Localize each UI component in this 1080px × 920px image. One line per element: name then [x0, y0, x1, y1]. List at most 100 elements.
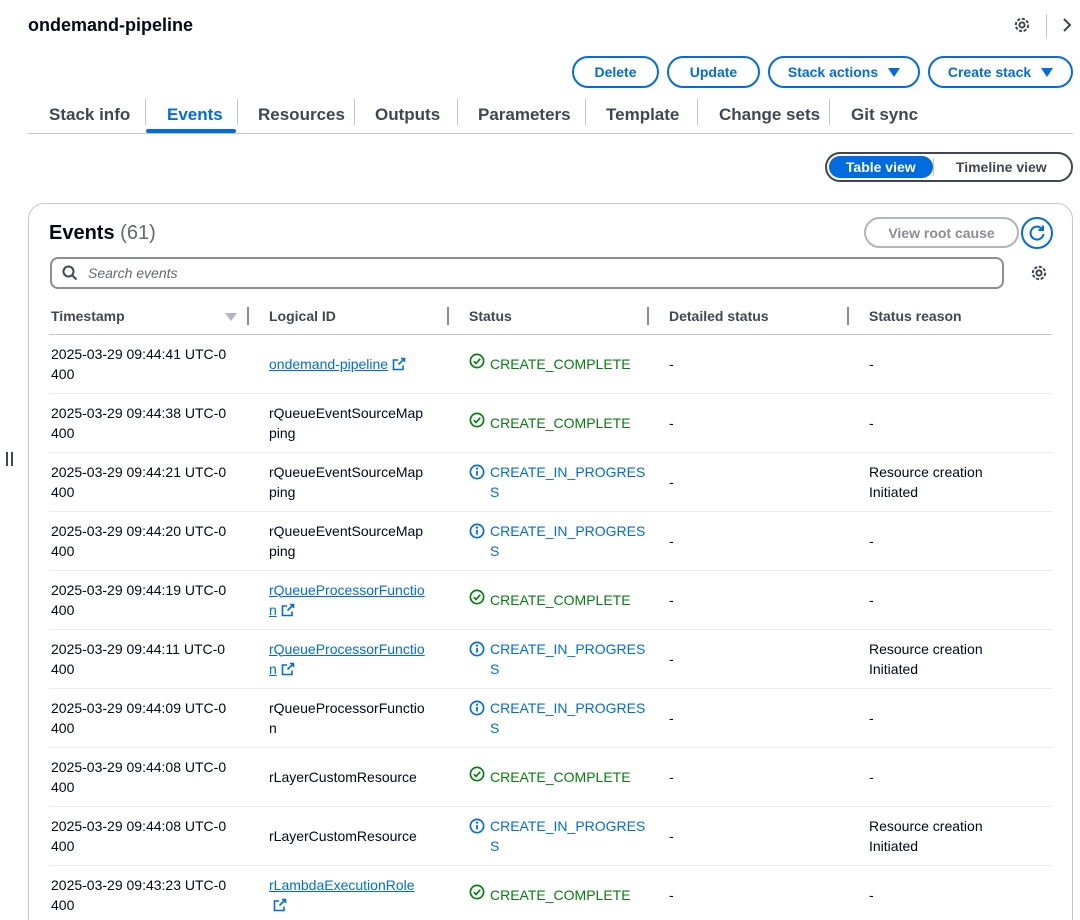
status-text: CREATE_IN_PROGRESS — [490, 817, 646, 854]
refresh-button[interactable] — [1021, 217, 1053, 249]
active-tab-indicator — [146, 129, 236, 133]
logical-id-cell: ondemand-pipeline — [249, 334, 449, 394]
table-row: 2025-03-29 09:44:08 UTC-0400 rLayerCustom… — [49, 806, 1052, 866]
tab-parameters[interactable]: Parameters — [478, 96, 571, 133]
caret-down-icon — [888, 67, 901, 77]
logical-id-text: rLayerCustomResource — [269, 827, 417, 844]
logical-id-text: rLambdaExecutionRole — [269, 876, 415, 893]
detailed-status-cell: - — [649, 570, 849, 630]
table-row: 2025-03-29 09:44:19 UTC-0400 rQueueProces… — [49, 570, 1052, 630]
delete-button[interactable]: Delete — [572, 56, 659, 88]
col-header-status[interactable]: Status — [449, 298, 649, 335]
status-indicator: CREATE_IN_PROGRESS — [469, 698, 649, 738]
tab-stack-info[interactable]: Stack info — [49, 96, 130, 133]
status-reason-cell: - — [849, 511, 1052, 571]
logical-id-text: rLayerCustomResource — [269, 768, 417, 785]
view-toggle: Table view Timeline view — [825, 152, 1073, 182]
success-check-icon — [469, 412, 485, 433]
chevron-right-icon[interactable] — [1058, 15, 1076, 35]
tab-divider — [585, 99, 586, 125]
detailed-status-cell: - — [649, 393, 849, 453]
info-icon — [469, 639, 485, 662]
status-indicator: CREATE_COMPLETE — [469, 884, 649, 905]
status-cell: CREATE_IN_PROGRESS — [449, 511, 649, 571]
col-header-logical-id[interactable]: Logical ID — [249, 298, 449, 335]
detailed-status-cell: - — [649, 747, 849, 807]
status-cell: CREATE_COMPLETE — [449, 865, 649, 920]
view-root-cause-button[interactable]: View root cause — [864, 217, 1019, 248]
logical-id-link[interactable]: rQueueProcessorFunction — [269, 582, 425, 618]
col-header-status-reason[interactable]: Status reason — [849, 298, 1052, 335]
col-header-detailed-status[interactable]: Detailed status — [649, 298, 849, 335]
logical-id-cell: rLambdaExecutionRole — [249, 865, 449, 920]
external-link-icon — [388, 356, 406, 372]
events-panel: Events (61) View root cause Timestamp Lo… — [28, 203, 1073, 920]
col-header-timestamp[interactable]: Timestamp — [49, 298, 249, 335]
timestamp-cell: 2025-03-29 09:44:08 UTC-0400 — [49, 806, 249, 866]
stack-actions-button[interactable]: Stack actions — [768, 56, 920, 88]
status-reason-cell: Resource creation Initiated — [849, 452, 1052, 512]
tab-divider — [457, 99, 458, 125]
logical-id-cell: rQueueProcessorFunction — [249, 570, 449, 630]
status-text: CREATE_IN_PROGRESS — [490, 699, 646, 736]
panel-resize-handle[interactable] — [6, 452, 14, 466]
tab-divider — [145, 99, 146, 125]
table-row: 2025-03-29 09:44:11 UTC-0400 rQueueProces… — [49, 629, 1052, 689]
col-header-label: Logical ID — [269, 307, 336, 324]
logical-id-text: ondemand-pipeline — [269, 355, 389, 372]
sort-descending-icon[interactable] — [225, 313, 237, 321]
tab-divider — [697, 99, 698, 125]
preferences-gear-icon[interactable] — [1029, 263, 1049, 283]
header-divider — [1046, 14, 1047, 38]
tab-divider — [829, 99, 830, 125]
update-button[interactable]: Update — [667, 56, 760, 88]
events-table: Timestamp Logical ID Status Detailed sta… — [49, 298, 1052, 920]
tab-resources[interactable]: Resources — [258, 96, 345, 133]
logical-id-cell: rLayerCustomResource — [249, 806, 449, 866]
logical-id-link[interactable]: rLambdaExecutionRole — [269, 877, 415, 913]
logical-id-text: rQueueEventSourceMapping — [269, 522, 424, 559]
status-text: CREATE_COMPLETE — [490, 414, 631, 431]
timestamp-cell: 2025-03-29 09:44:38 UTC-0400 — [49, 393, 249, 453]
status-text: CREATE_COMPLETE — [490, 886, 631, 903]
success-check-icon — [469, 766, 485, 787]
tab-template[interactable]: Template — [606, 96, 679, 133]
tab-divider — [354, 99, 355, 125]
tab-outputs[interactable]: Outputs — [375, 96, 440, 133]
tab-events[interactable]: Events — [167, 96, 223, 133]
table-row: 2025-03-29 09:44:20 UTC-0400 rQueueEventS… — [49, 511, 1052, 571]
timestamp-cell: 2025-03-29 09:44:41 UTC-0400 — [49, 334, 249, 394]
detailed-status-cell: - — [649, 688, 849, 748]
logical-id-link[interactable]: rQueueProcessorFunction — [269, 641, 425, 677]
logical-id-text: rQueueProcessorFunction — [269, 699, 425, 736]
logical-id-cell: rQueueProcessorFunction — [249, 629, 449, 689]
tab-change-sets[interactable]: Change sets — [719, 96, 820, 133]
logical-id-text: rQueueEventSourceMapping — [269, 463, 424, 500]
refresh-icon — [1029, 225, 1045, 241]
logical-id-cell: rQueueEventSourceMapping — [249, 452, 449, 512]
timeline-view-toggle[interactable]: Timeline view — [934, 156, 1069, 178]
table-view-toggle[interactable]: Table view — [829, 156, 933, 178]
logical-id-text: rQueueEventSourceMapping — [269, 404, 424, 441]
settings-gear-icon[interactable] — [1012, 15, 1032, 35]
tab-git-sync[interactable]: Git sync — [851, 96, 918, 133]
status-reason-cell: - — [849, 393, 1052, 453]
timestamp-cell: 2025-03-29 09:44:20 UTC-0400 — [49, 511, 249, 571]
status-cell: CREATE_COMPLETE — [449, 570, 649, 630]
table-row: 2025-03-29 09:44:41 UTC-0400 ondemand-pip… — [49, 334, 1052, 394]
status-indicator: CREATE_COMPLETE — [469, 589, 649, 610]
col-header-label: Timestamp — [51, 307, 125, 324]
search-input[interactable] — [88, 265, 968, 281]
status-text: CREATE_COMPLETE — [490, 591, 631, 608]
caret-down-icon — [1041, 67, 1054, 77]
search-box — [50, 257, 1004, 289]
status-indicator: CREATE_COMPLETE — [469, 412, 649, 433]
status-text: CREATE_IN_PROGRESS — [490, 522, 646, 559]
create-stack-button[interactable]: Create stack — [928, 56, 1073, 88]
events-title: Events — [49, 222, 115, 244]
logical-id-link[interactable]: ondemand-pipeline — [269, 356, 406, 372]
info-icon — [469, 521, 485, 544]
timestamp-cell: 2025-03-29 09:43:23 UTC-0400 — [49, 865, 249, 920]
info-icon — [469, 698, 485, 721]
events-table-body: 2025-03-29 09:44:41 UTC-0400 ondemand-pip… — [49, 334, 1052, 920]
